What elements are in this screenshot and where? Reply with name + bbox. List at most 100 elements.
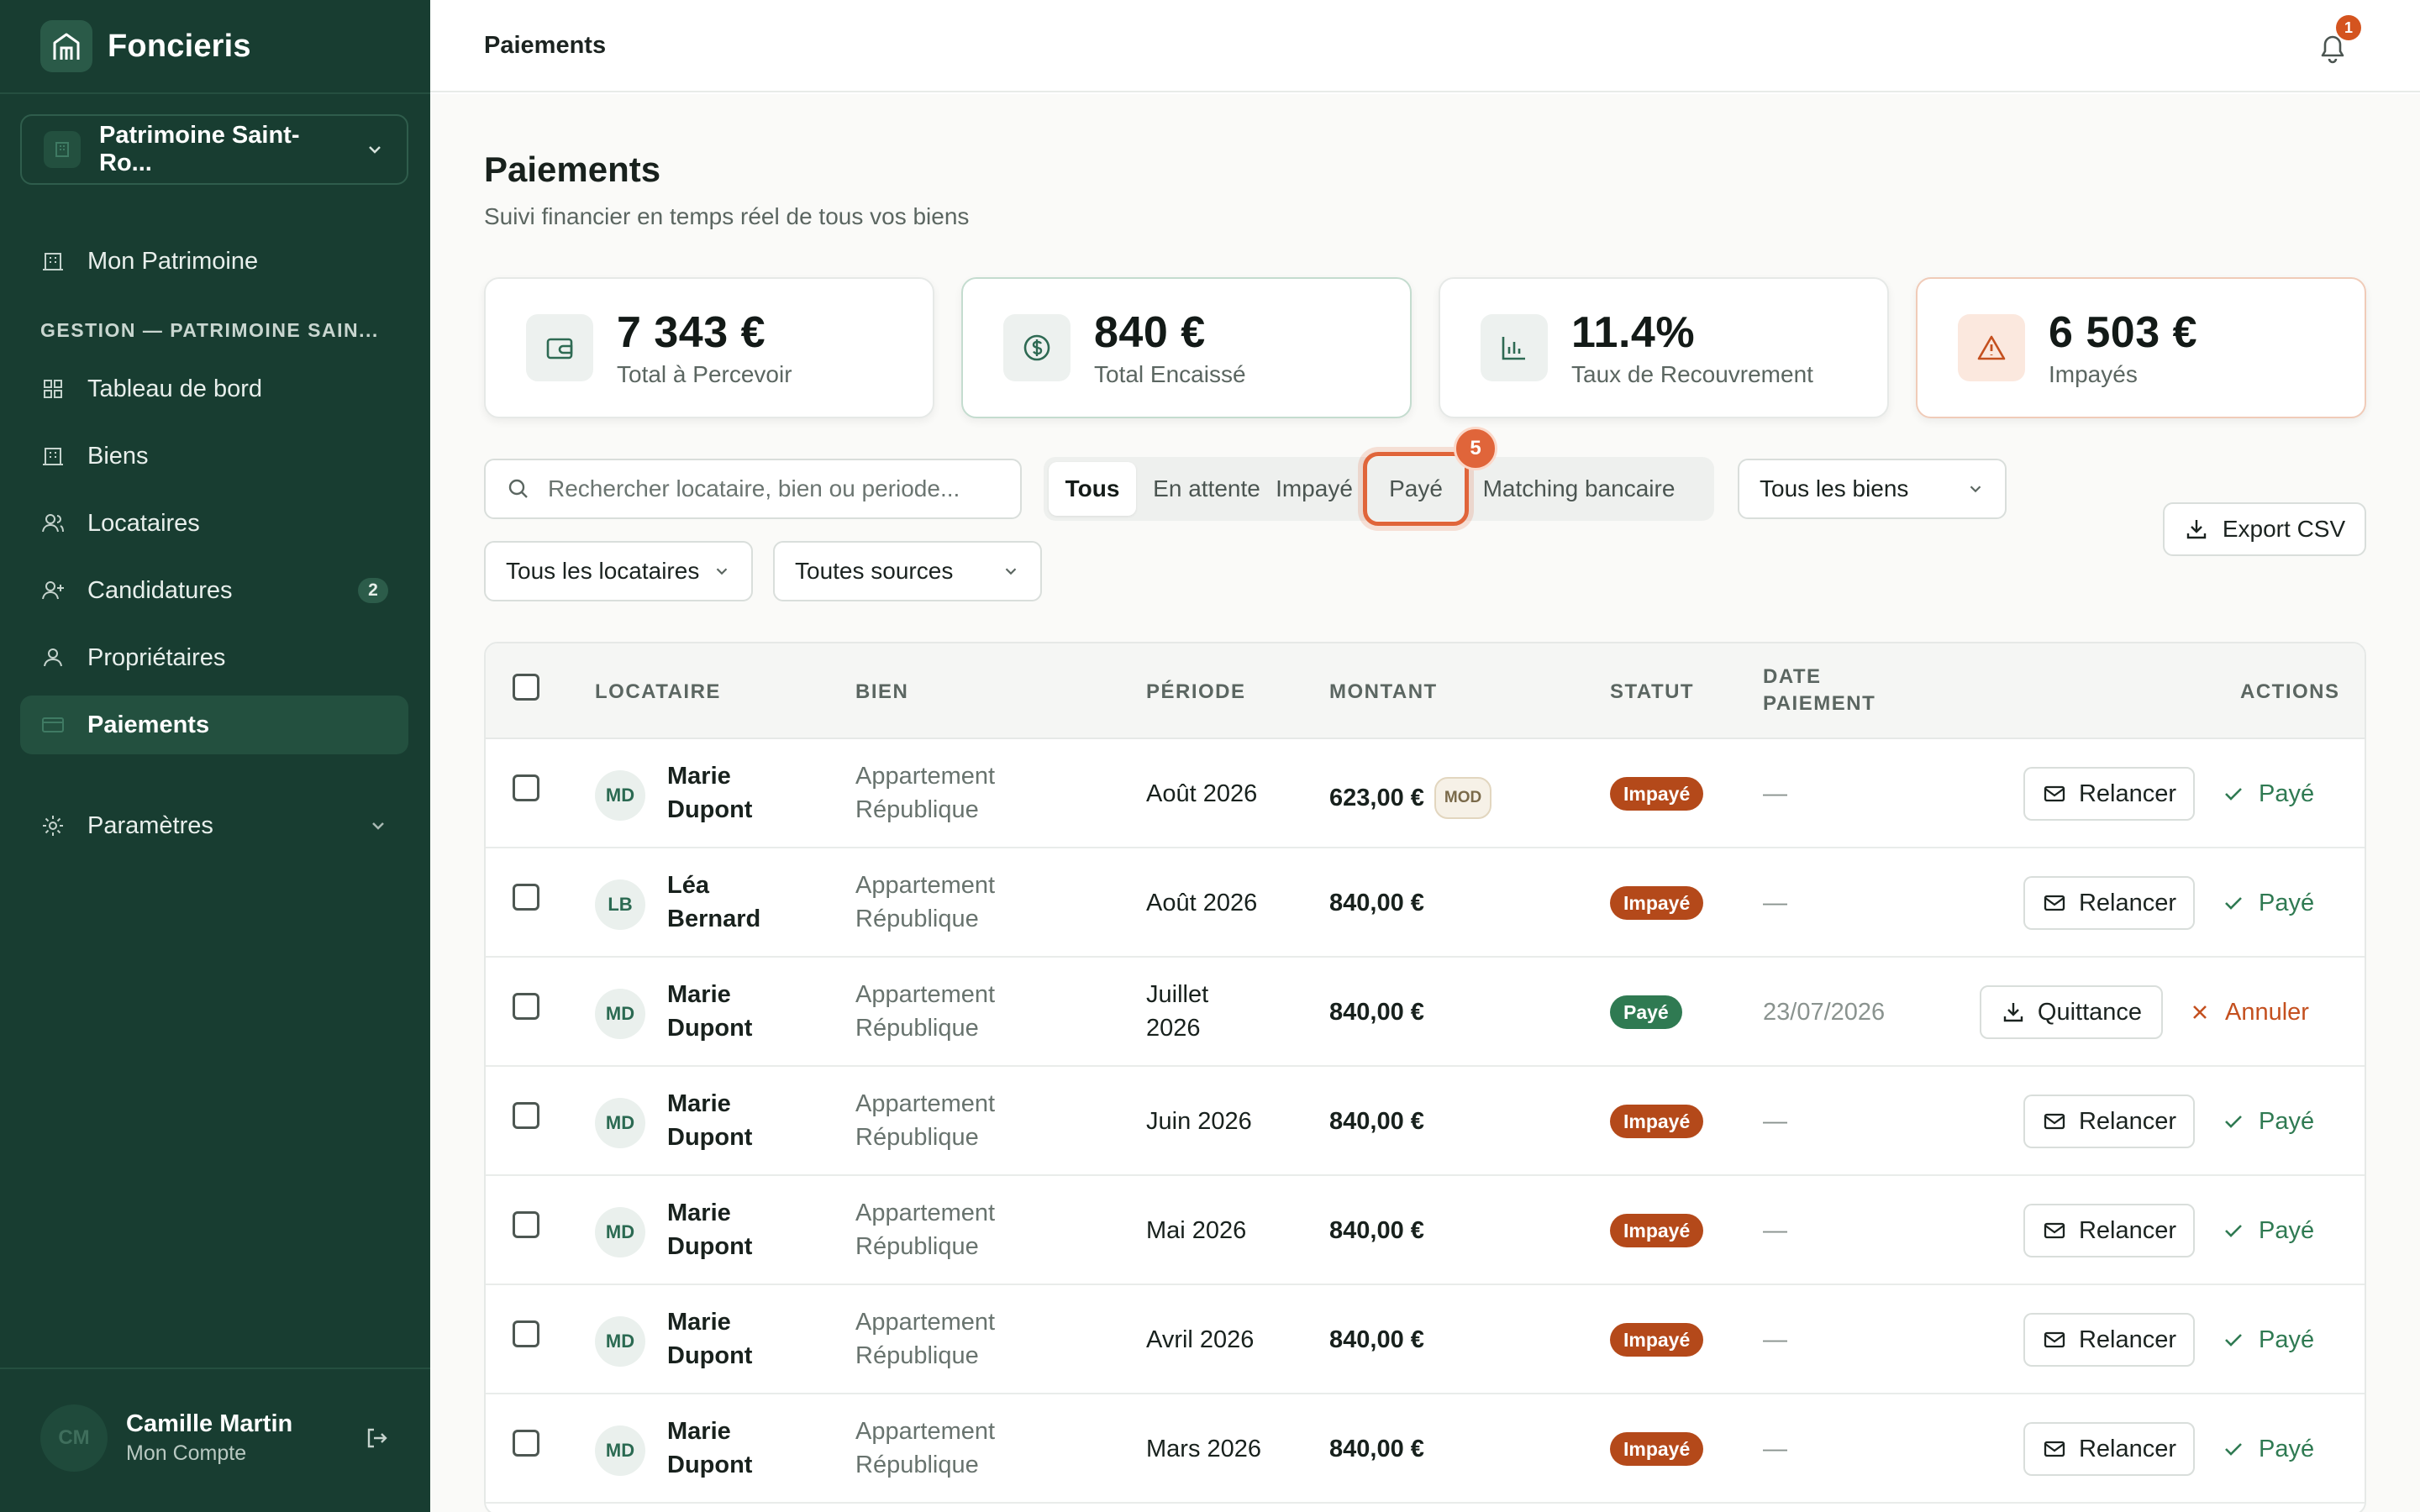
column-header-bien[interactable]: BIEN (855, 680, 908, 704)
sidebar-item-locataires[interactable]: Locataires (20, 494, 408, 553)
app-name: Foncieris (108, 28, 251, 64)
property-name: Appartement République (855, 1418, 996, 1478)
mark-paid-button[interactable]: Payé (2222, 1214, 2314, 1247)
search-input[interactable]: Rechercher locataire, bien ou periode... (484, 459, 1022, 519)
tab-en-attente[interactable]: En attente (1144, 462, 1269, 516)
table-row[interactable]: LB Léa Bernard Appartement République Août… (486, 848, 2365, 958)
row-checkbox[interactable] (513, 993, 539, 1020)
row-checkbox[interactable] (513, 1320, 539, 1347)
logout-icon[interactable] (363, 1425, 390, 1452)
brand[interactable]: Foncieris (40, 20, 251, 72)
dropdown-value: Tous les biens (1760, 475, 1909, 501)
row-checkbox[interactable] (513, 774, 539, 801)
sidebar-item-label: Paramètres (87, 811, 213, 839)
quittance-button[interactable]: Quittance (1980, 985, 2163, 1039)
mark-paid-button[interactable]: Payé (2222, 1432, 2314, 1466)
mark-paid-button[interactable]: Payé (2222, 886, 2314, 920)
notifications-button[interactable]: 1 (2312, 15, 2361, 67)
table-row[interactable]: MD Marie Dupont Appartement République Jui… (486, 1067, 2365, 1176)
row-checkbox[interactable] (513, 1211, 539, 1238)
avatar: MD (595, 989, 645, 1039)
tab-tous[interactable]: Tous (1049, 462, 1136, 516)
org-selector[interactable]: Patrimoine Saint-Ro... (20, 114, 408, 185)
warning-icon (1958, 314, 2025, 381)
sidebar-item-label: Locataires (87, 509, 200, 537)
column-header-periode[interactable]: PÉRIODE (1146, 680, 1246, 704)
tab-impaye[interactable]: Impayé (1272, 462, 1356, 516)
relancer-button[interactable]: Relancer (2023, 876, 2195, 930)
column-header-statut[interactable]: STATUT (1610, 680, 1694, 704)
avatar: MD (595, 1207, 645, 1257)
credit-card-icon (42, 717, 64, 732)
relancer-button[interactable]: Relancer (2023, 1313, 2195, 1367)
mark-paid-button[interactable]: Payé (2222, 1323, 2314, 1357)
divider (0, 1368, 430, 1369)
table-row[interactable]: MD Marie Dupont Appartement République Mai… (486, 1176, 2365, 1285)
cancel-payment-button[interactable]: Annuler (2188, 995, 2309, 1029)
payment-date: — (1763, 1436, 1787, 1462)
wallet-icon (526, 314, 593, 381)
chevron-down-icon (369, 146, 381, 154)
property-name: Appartement République (855, 872, 996, 932)
row-checkbox[interactable] (513, 1430, 539, 1457)
property-name: Appartement République (855, 1309, 996, 1369)
payments-table: LOCATAIRE BIEN PÉRIODE MONTANT STATUT DA… (484, 642, 2366, 1512)
mail-icon (2044, 1331, 2065, 1348)
mark-paid-button[interactable]: Payé (2222, 777, 2314, 811)
sidebar-item-proprietaires[interactable]: Propriétaires (20, 628, 408, 687)
sidebar-item-label: Tableau de bord (87, 375, 262, 402)
sidebar-item-parametres[interactable]: Paramètres (20, 796, 408, 855)
sidebar-item-biens[interactable]: Biens (20, 427, 408, 486)
building-icon (43, 448, 63, 465)
payment-date: — (1763, 1108, 1787, 1135)
export-csv-button[interactable]: Export CSV (2163, 502, 2366, 556)
tab-matching-bancaire[interactable]: Matching bancaire (1472, 462, 1686, 516)
user-account[interactable]: CM Camille Martin Mon Compte (40, 1404, 390, 1472)
check-icon (2225, 1225, 2242, 1237)
avatar: CM (40, 1404, 108, 1472)
sidebar-item-mon-patrimoine[interactable]: Mon Patrimoine (20, 232, 408, 291)
avatar: MD (595, 770, 645, 821)
select-all-checkbox[interactable] (513, 674, 539, 701)
sidebar-item-candidatures[interactable]: Candidatures 2 (20, 561, 408, 620)
column-header-date-line1[interactable]: DATE (1763, 665, 1822, 689)
stat-card-total-a-percevoir: 7 343 € Total à Percevoir (484, 277, 934, 418)
tenant-name: Marie Dupont (667, 1309, 753, 1369)
divider (0, 92, 430, 94)
row-checkbox[interactable] (513, 1102, 539, 1129)
mod-badge: MOD (1434, 777, 1492, 819)
mail-icon (2044, 895, 2065, 911)
tenant-name: Marie Dupont (667, 1200, 753, 1260)
filter-sources[interactable]: Toutes sources (773, 541, 1042, 601)
stat-value: 6 503 € (2049, 308, 2197, 357)
status-badge: Payé (1610, 995, 1682, 1029)
table-row[interactable]: MD Marie Dupont Appartement République Avr… (486, 1285, 2365, 1394)
download-icon (2003, 1003, 2023, 1022)
step-badge: 5 (1454, 427, 1497, 470)
user-sub: Mon Compte (126, 1441, 247, 1465)
org-name: Patrimoine Saint-Ro... (99, 122, 300, 176)
relancer-button[interactable]: Relancer (2023, 767, 2195, 821)
tenant-name: Marie Dupont (667, 1090, 753, 1151)
payment-date: — (1763, 1217, 1787, 1244)
relancer-button[interactable]: Relancer (2023, 1095, 2195, 1148)
table-row[interactable]: MD Marie Dupont Appartement République Mar… (486, 1394, 2365, 1504)
row-checkbox[interactable] (513, 884, 539, 911)
column-header-date-line2[interactable]: PAIEMENT (1763, 692, 1876, 716)
filter-biens[interactable]: Tous les biens (1738, 459, 2007, 519)
table-row[interactable]: MD Marie Dupont Appartement République Jui… (486, 958, 2365, 1067)
status-badge: Impayé (1610, 1323, 1704, 1357)
mark-paid-button[interactable]: Payé (2222, 1105, 2314, 1138)
table-row[interactable]: MD Marie Dupont Appartement République Aoû… (486, 739, 2365, 848)
relancer-button[interactable]: Relancer (2023, 1422, 2195, 1476)
users-icon (42, 514, 64, 533)
relancer-button[interactable]: Relancer (2023, 1204, 2195, 1257)
stat-label: Taux de Recouvrement (1571, 361, 1813, 387)
column-header-locataire[interactable]: LOCATAIRE (595, 680, 721, 704)
sidebar-item-tableau-de-bord[interactable]: Tableau de bord (20, 360, 408, 418)
filter-locataires[interactable]: Tous les locataires (484, 541, 753, 601)
column-header-montant[interactable]: MONTANT (1329, 680, 1438, 704)
tab-paye[interactable]: Payé (1363, 452, 1469, 526)
stat-card-impayes: 6 503 € Impayés (1916, 277, 2366, 418)
sidebar-item-paiements[interactable]: Paiements (20, 696, 408, 754)
